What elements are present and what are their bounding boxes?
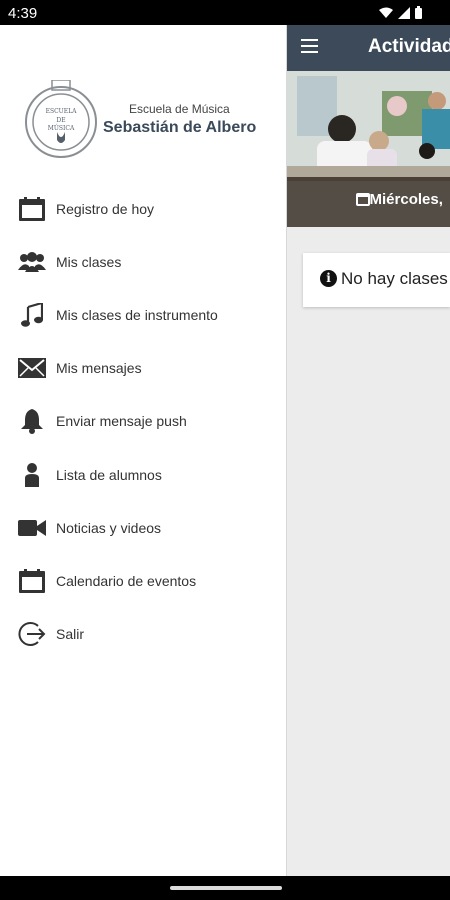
music-note-icon — [18, 301, 46, 329]
school-logo: ESCUELA DE MÚSICA — [25, 80, 97, 158]
menu-label: Mis clases de instrumento — [56, 306, 218, 323]
empty-state-card: i No hay clases — [303, 253, 450, 307]
app-toolbar: Actividad — [287, 25, 450, 71]
menu-item-noticias-y-videos[interactable]: Noticias y videos — [0, 501, 287, 554]
logo-text-top: ESCUELA — [46, 108, 78, 115]
banner-date-text: Miércoles, — [369, 191, 443, 208]
group-icon — [18, 248, 46, 276]
menu-item-mis-mensajes[interactable]: Mis mensajes — [0, 342, 287, 395]
menu-label: Salir — [56, 626, 85, 643]
status-time: 4:39 — [8, 5, 38, 22]
system-nav-bar — [0, 876, 450, 900]
wifi-icon — [379, 7, 393, 18]
logo-text-bottom: MÚSICA — [48, 124, 75, 132]
drawer-menu: Registro de hoy Mis clases Mis clases de… — [0, 182, 287, 661]
toolbar-title: Actividad — [368, 36, 450, 57]
menu-item-registro-de-hoy[interactable]: Registro de hoy — [0, 182, 287, 235]
menu-label: Mis mensajes — [56, 360, 142, 377]
menu-item-mis-clases-de-instrumento[interactable]: Mis clases de instrumento — [0, 288, 287, 341]
menu-item-calendario-de-eventos[interactable]: Calendario de eventos — [0, 554, 287, 607]
empty-state-text: No hay clases — [341, 269, 448, 288]
info-icon: i — [320, 270, 337, 287]
menu-label: Enviar mensaje push — [56, 413, 187, 430]
status-icons — [379, 6, 422, 19]
envelope-icon — [18, 354, 46, 382]
status-bar: 4:39 — [0, 0, 450, 25]
menu-label: Noticias y videos — [56, 519, 162, 536]
calendar-icon — [18, 567, 46, 595]
hamburger-menu-icon[interactable] — [301, 39, 321, 57]
menu-item-salir[interactable]: Salir — [0, 608, 287, 661]
calendar-icon — [18, 195, 46, 223]
menu-item-mis-clases[interactable]: Mis clases — [0, 235, 287, 288]
person-icon — [18, 461, 46, 489]
school-name-line2: Sebastián de Albero — [103, 119, 257, 136]
date-overlay: Miércoles, — [287, 177, 450, 227]
menu-label: Registro de hoy — [56, 200, 155, 217]
bell-icon — [18, 407, 46, 435]
menu-label: Mis clases — [56, 253, 122, 270]
logo-text-mid: DE — [56, 117, 65, 124]
menu-label: Lista de alumnos — [56, 466, 162, 483]
menu-label: Calendario de eventos — [56, 572, 197, 589]
menu-item-enviar-mensaje-push[interactable]: Enviar mensaje push — [0, 395, 287, 448]
home-gesture-handle[interactable] — [170, 886, 282, 890]
video-camera-icon — [18, 514, 46, 542]
navigation-drawer: ESCUELA DE MÚSICA Escuela de Música Seba… — [0, 25, 287, 876]
menu-item-lista-de-alumnos[interactable]: Lista de alumnos — [0, 448, 287, 501]
banner-image: Miércoles, — [287, 71, 450, 227]
logout-icon — [18, 620, 46, 648]
school-name-line1: Escuela de Música — [129, 102, 230, 116]
battery-icon — [415, 6, 422, 19]
signal-icon — [398, 6, 410, 19]
